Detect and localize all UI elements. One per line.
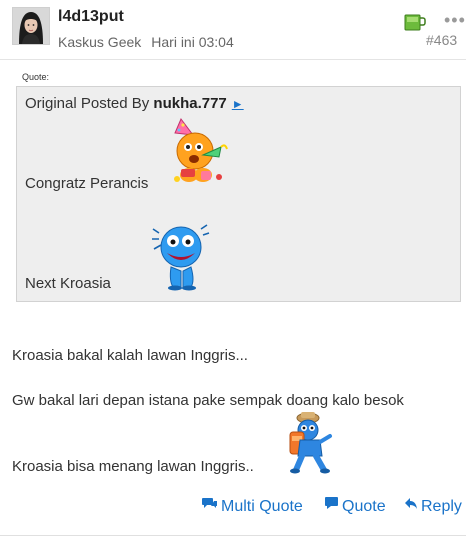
user-meta: Kaskus Geek Hari ini 03:04 [58,34,234,50]
post-card: l4d13put Kaskus Geek Hari ini 03:04 ••• #… [0,0,466,540]
ellipsis-icon[interactable]: ••• [444,11,466,29]
post-text-line: Gw bakal lari depan istana pake sempak d… [12,392,404,409]
reply-label: Reply [421,498,462,515]
quote-label: Quote: [22,72,50,82]
quote-header: Original Posted By nukha.777 ► [25,95,244,112]
multi-quote-button[interactable]: Multi Quote [202,496,303,516]
chat-bubble-icon [324,496,339,513]
post-number[interactable]: #463 [426,32,457,48]
divider [0,535,466,536]
post-time: Hari ini 03:04 [151,34,234,50]
username[interactable]: l4d13put [58,8,124,26]
quote-text-line: Congratz Perancis [25,175,149,192]
post-text-line: Kroasia bisa menang lawan Inggris.. [12,458,254,475]
reply-button[interactable]: Reply [404,496,462,516]
hiker-emoticon [282,410,336,474]
post-header: l4d13put Kaskus Geek Hari ini 03:04 ••• #… [0,0,466,60]
avatar[interactable] [12,7,50,45]
green-mug-icon [404,12,426,32]
post-actions: Multi Quote Quote Reply [0,496,466,520]
reply-arrow-icon [404,496,418,513]
user-rank: Kaskus Geek [58,34,142,50]
chat-bubbles-icon [202,496,218,513]
quote-text-line: Next Kroasia [25,275,111,292]
quote-box: Original Posted By nukha.777 ► Congratz … [16,86,461,302]
quote-author[interactable]: nukha.777 [153,95,226,112]
post-text-line: Kroasia bakal kalah lawan Inggris... [12,347,248,364]
arrow-right-icon[interactable]: ► [232,97,244,111]
quote-button[interactable]: Quote [324,496,386,516]
party-emoticon [167,117,229,187]
multi-quote-label: Multi Quote [221,498,303,515]
quote-label-text: Quote [342,498,386,515]
quote-prefix: Original Posted By [25,95,150,112]
crying-emoticon [151,221,211,291]
